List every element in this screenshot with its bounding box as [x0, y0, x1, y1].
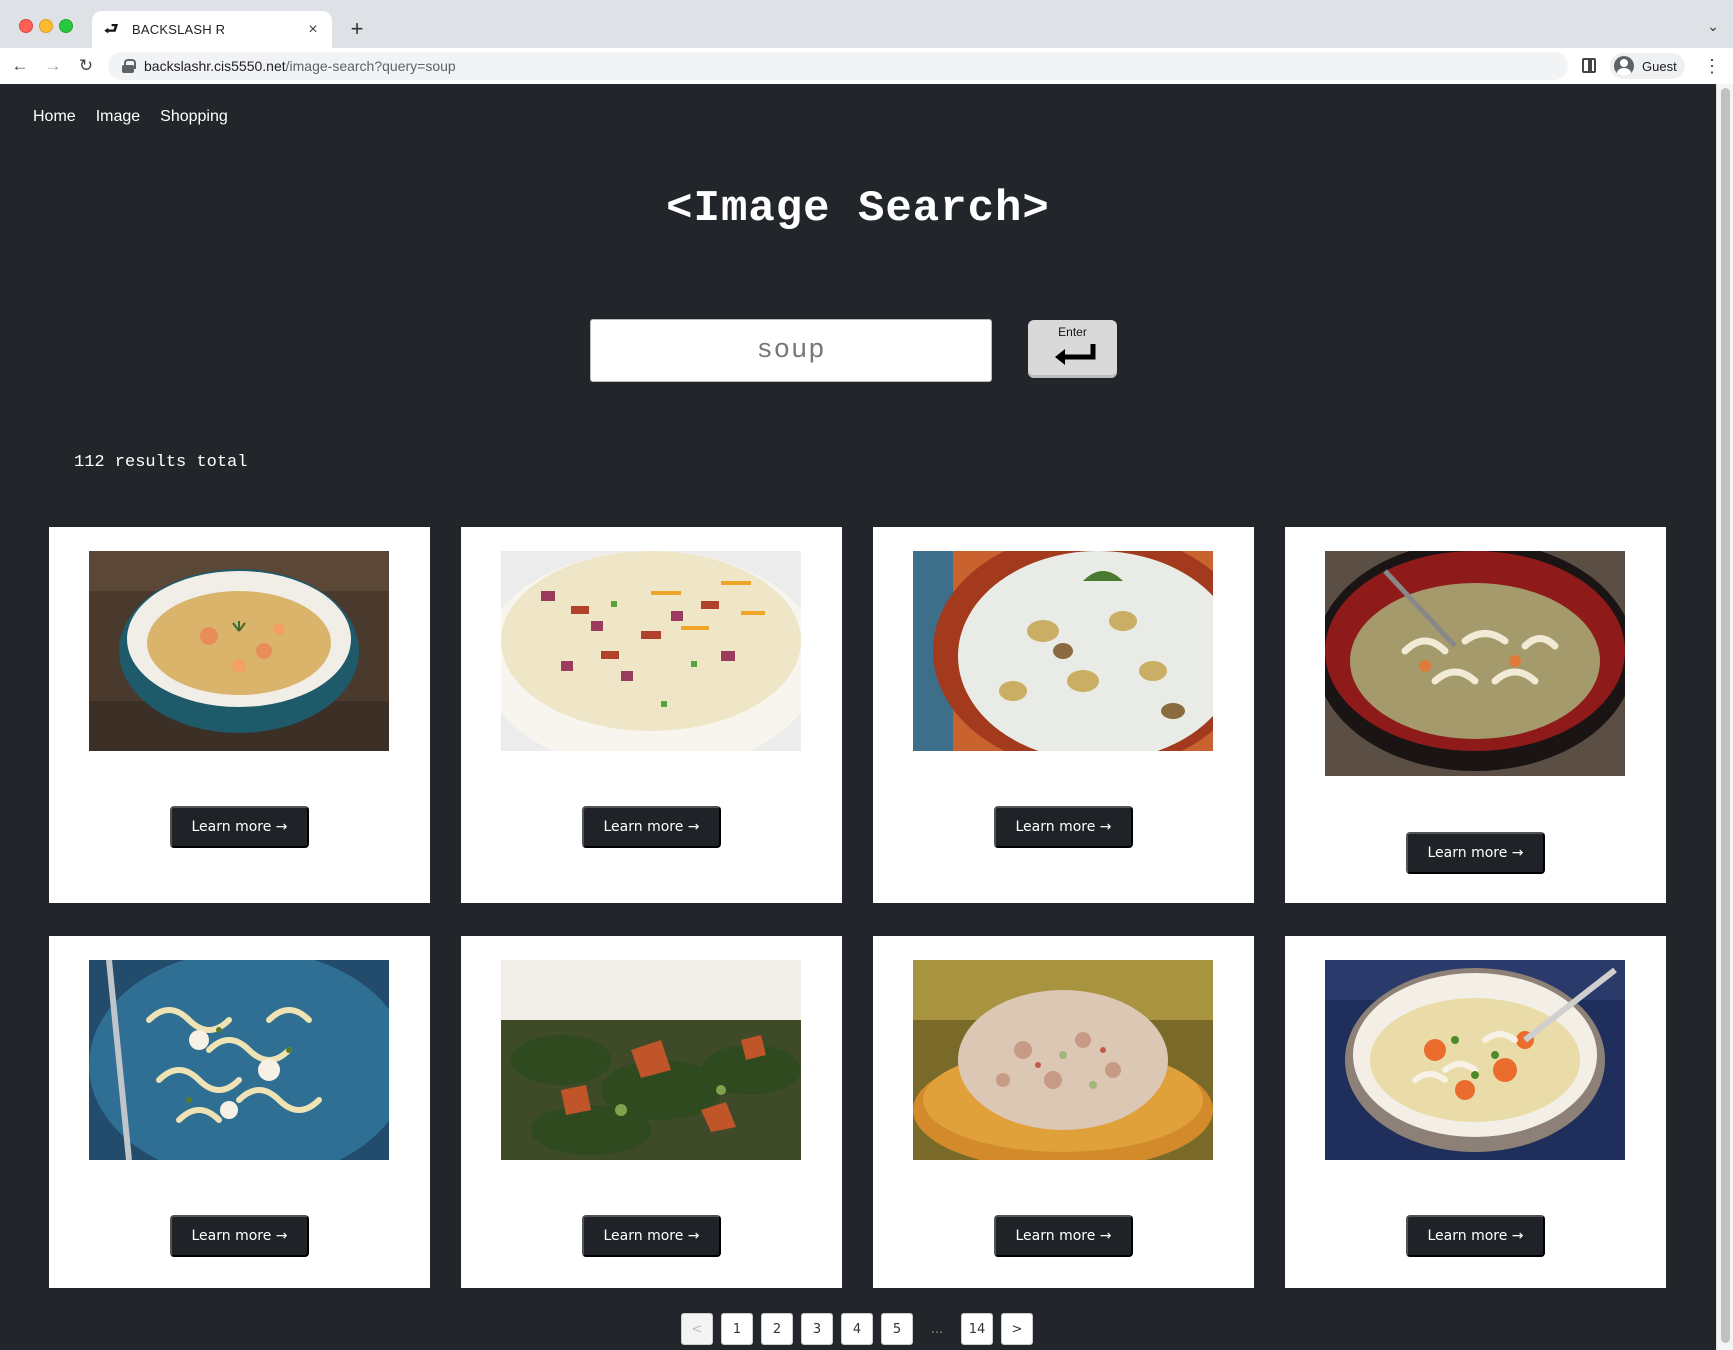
address-bar[interactable]: backslashr.cis5550.net/image-search?quer… — [108, 52, 1568, 80]
result-image-chicken-noodle-red-bowl[interactable] — [1325, 551, 1625, 776]
browser-chrome: ⮐ BACKSLASH R × + ⌄ ← → ↻ backslashr.cis… — [0, 0, 1733, 84]
pagination: < 1 2 3 4 5 ... 14 > — [681, 1313, 1033, 1345]
result-card: Learn more → — [1285, 527, 1666, 903]
tab-search-chevron-icon[interactable]: ⌄ — [1707, 18, 1719, 35]
result-card: Learn more → — [461, 936, 842, 1288]
result-card: Learn more → — [461, 527, 842, 903]
learn-more-button[interactable]: Learn more → — [582, 806, 721, 848]
profile-label: Guest — [1642, 58, 1677, 74]
result-image-salmon-chowder[interactable] — [89, 551, 389, 751]
profile-avatar-icon — [1614, 56, 1634, 76]
nav-link-shopping[interactable]: Shopping — [160, 108, 228, 126]
result-card: Learn more → — [49, 527, 430, 903]
pagination-next-button[interactable]: > — [1001, 1313, 1033, 1345]
scrollbar-thumb[interactable] — [1721, 88, 1730, 1343]
enter-return-icon — [1055, 344, 1096, 365]
result-image-chicken-noodle-casserole[interactable] — [89, 960, 389, 1160]
result-card: Learn more → — [1285, 936, 1666, 1288]
result-image-tuna-salad-cracker[interactable] — [913, 960, 1213, 1160]
learn-more-button[interactable]: Learn more → — [170, 806, 309, 848]
top-nav: Home Image Shopping — [33, 108, 228, 126]
result-image-chicken-noodle-soup-bowl[interactable] — [1325, 960, 1625, 1160]
pagination-ellipsis: ... — [930, 1321, 944, 1337]
learn-more-button[interactable]: Learn more → — [994, 806, 1133, 848]
learn-more-button[interactable]: Learn more → — [170, 1215, 309, 1257]
url-host: backslashr.cis5550.net — [144, 58, 286, 74]
url-text: backslashr.cis5550.net/image-search?quer… — [144, 58, 456, 74]
enter-key-favicon-icon: ⮐ — [104, 20, 119, 38]
pagination-page-3[interactable]: 3 — [801, 1313, 833, 1345]
learn-more-button[interactable]: Learn more → — [1406, 1215, 1545, 1257]
page-scrollbar[interactable] — [1716, 84, 1733, 1350]
tab-title: BACKSLASH R — [132, 22, 226, 37]
browser-toolbar: ← → ↻ backslashr.cis5550.net/image-searc… — [0, 48, 1733, 84]
learn-more-button[interactable]: Learn more → — [1406, 832, 1545, 874]
result-card: Learn more → — [873, 936, 1254, 1288]
url-path: /image-search?query=soup — [285, 58, 456, 74]
minimize-window-button[interactable] — [39, 19, 53, 33]
search-input[interactable]: soup — [590, 319, 992, 382]
tab-close-icon[interactable]: × — [304, 21, 322, 39]
page-content: Home Image Shopping <Image Search> soup … — [0, 84, 1716, 1350]
result-image-loaded-potato-soup[interactable] — [501, 551, 801, 751]
pagination-page-4[interactable]: 4 — [841, 1313, 873, 1345]
pagination-page-2[interactable]: 2 — [761, 1313, 793, 1345]
nav-link-home[interactable]: Home — [33, 108, 76, 126]
page-title: <Image Search> — [666, 184, 1050, 234]
forward-arrow-icon[interactable]: → — [40, 53, 66, 79]
reload-icon[interactable]: ↻ — [73, 53, 99, 79]
new-tab-icon[interactable]: + — [344, 16, 370, 42]
close-window-button[interactable] — [19, 19, 33, 33]
tab-strip: ⮐ BACKSLASH R × + ⌄ — [0, 0, 1733, 48]
learn-more-button[interactable]: Learn more → — [582, 1215, 721, 1257]
result-image-greens-tomato-soup[interactable] — [501, 960, 801, 1160]
enter-search-button[interactable]: Enter — [1028, 320, 1117, 378]
back-arrow-icon[interactable]: ← — [7, 53, 33, 79]
enter-label: Enter — [1058, 325, 1087, 339]
result-card: Learn more → — [873, 527, 1254, 903]
results-count: 112 results total — [74, 453, 248, 472]
pagination-page-5[interactable]: 5 — [881, 1313, 913, 1345]
pagination-page-1[interactable]: 1 — [721, 1313, 753, 1345]
pagination-prev-button[interactable]: < — [681, 1313, 713, 1345]
side-panel-icon[interactable] — [1582, 58, 1596, 73]
result-image-creamy-potato-soup[interactable] — [913, 551, 1213, 751]
nav-link-image[interactable]: Image — [96, 108, 140, 126]
browser-menu-icon[interactable]: ⋮ — [1702, 53, 1722, 79]
maximize-window-button[interactable] — [59, 19, 73, 33]
result-card: Learn more → — [49, 936, 430, 1288]
profile-button[interactable]: Guest — [1610, 53, 1685, 79]
learn-more-button[interactable]: Learn more → — [994, 1215, 1133, 1257]
pagination-page-last[interactable]: 14 — [961, 1313, 993, 1345]
lock-icon — [122, 59, 136, 73]
browser-tab[interactable]: ⮐ BACKSLASH R × — [92, 11, 332, 48]
